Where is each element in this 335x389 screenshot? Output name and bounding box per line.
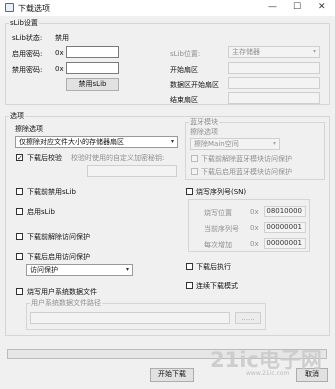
bt-unprotect-checkbox[interactable] (191, 155, 198, 162)
disable-slib-checkbox[interactable] (16, 188, 23, 195)
bt-protect-label: 下载后启用蓝牙模块访问保护 (201, 168, 292, 176)
protect-label: 下载后启用访问保护 (27, 253, 90, 261)
unprotect-checkbox[interactable] (16, 233, 23, 240)
data-start-sector-label: 数据区开始扇区 (170, 81, 219, 89)
protect-level-value: 访问保护 (30, 266, 58, 274)
continuous-checkbox[interactable] (186, 282, 193, 289)
verify-label: 下载后校验 (27, 154, 62, 162)
enable-slib-checkbox[interactable] (16, 208, 23, 215)
data-start-sector-input[interactable] (228, 77, 320, 89)
disable-password-input[interactable] (66, 62, 119, 74)
disable-password-prefix: 0x (55, 65, 64, 73)
serial-current-label: 当前序列号 (204, 225, 239, 233)
disable-slib-button[interactable]: 禁用sLib (66, 78, 119, 91)
start-sector-label: 开始扇区 (170, 66, 198, 74)
minimize-button[interactable]: — (268, 2, 277, 12)
serial-position-prefix: 0x (250, 208, 259, 216)
enable-password-input[interactable] (66, 46, 119, 58)
continuous-label: 连续下载模式 (196, 282, 238, 290)
user-sys-data-label: 烧写用户系统数据文件 (27, 288, 97, 296)
slib-position-select[interactable]: 主存储器 ▾ (228, 46, 320, 58)
slib-status-value: 禁用 (55, 34, 69, 42)
serial-label: 烧写序列号(SN) (196, 188, 247, 196)
disable-password-label: 禁用密码: (12, 66, 43, 74)
run-after-label: 下载后执行 (196, 263, 231, 271)
chevron-down-icon: ▾ (125, 266, 129, 273)
chevron-down-icon: ▾ (312, 48, 316, 55)
enable-password-prefix: 0x (55, 49, 64, 57)
app-icon (5, 3, 14, 12)
bt-erase-value: 擦除Main空间 (194, 140, 239, 148)
disable-slib-label: 下载前禁用sLib (27, 188, 76, 196)
serial-increment-prefix: 0x (250, 240, 259, 248)
protect-level-select[interactable]: 访问保护 ▾ (26, 264, 133, 276)
end-sector-input[interactable] (228, 92, 320, 104)
bt-protect-checkbox[interactable] (191, 168, 198, 175)
serial-position-input[interactable]: 08010000 (264, 206, 306, 217)
options-group-title: 选项 (9, 111, 25, 121)
user-sys-path-label: 用户系统数据文件路径 (30, 298, 102, 308)
verify-checkbox[interactable]: ✓ (16, 154, 23, 162)
serial-position-label: 烧写位置 (204, 209, 232, 217)
protect-checkbox[interactable] (16, 253, 23, 260)
verify-key-label: 校验时使用的自定义加密秘钥: (71, 154, 165, 162)
close-button[interactable]: ✕ (318, 2, 326, 12)
erase-options-label: 擦除选项 (15, 125, 43, 133)
serial-current-prefix: 0x (250, 224, 259, 232)
serial-increment-label: 每次增加 (204, 241, 232, 249)
title-bar: 下载选项 — ☐ ✕ (0, 0, 335, 16)
serial-checkbox[interactable] (186, 188, 193, 195)
bt-erase-label: 擦除选项 (190, 128, 218, 136)
erase-options-select[interactable]: 仅擦除对应文件大小的存储器扇区 ▾ (15, 136, 178, 148)
serial-current-input[interactable]: 00000001 (264, 222, 306, 233)
slib-position-value: 主存储器 (232, 48, 260, 56)
window-title: 下载选项 (18, 4, 50, 13)
slib-group-title: sLib设置 (9, 18, 39, 28)
slib-status-label: sLib状态: (12, 34, 43, 42)
enable-password-label: 启用密码: (12, 50, 43, 58)
chevron-down-icon: ▾ (170, 138, 174, 145)
end-sector-label: 结束扇区 (170, 96, 198, 104)
bluetooth-group-title: 蓝牙模块 (189, 117, 219, 127)
user-sys-data-checkbox[interactable] (16, 288, 23, 295)
erase-options-value: 仅擦除对应文件大小的存储器扇区 (19, 138, 124, 146)
run-after-checkbox[interactable] (186, 263, 193, 270)
bt-unprotect-label: 下载前解除蓝牙模块访问保护 (201, 155, 292, 163)
chevron-down-icon: ▾ (272, 140, 276, 147)
serial-increment-input[interactable]: 00000001 (264, 238, 306, 249)
bt-erase-select[interactable]: 擦除Main空间 ▾ (190, 138, 280, 150)
watermark-url: www.21ic.com (246, 370, 290, 377)
enable-slib-label: 启用sLib (27, 208, 55, 216)
start-sector-input[interactable] (228, 62, 320, 74)
slib-position-label: sLib位置: (170, 50, 201, 58)
verify-key-input[interactable] (87, 165, 177, 177)
browse-button[interactable]: ...... (235, 312, 261, 324)
start-download-button[interactable]: 开始下载 (150, 368, 194, 382)
maximize-button[interactable]: ☐ (293, 2, 301, 12)
unprotect-label: 下载前解除访问保护 (27, 233, 90, 241)
user-sys-path-input[interactable] (30, 312, 230, 324)
